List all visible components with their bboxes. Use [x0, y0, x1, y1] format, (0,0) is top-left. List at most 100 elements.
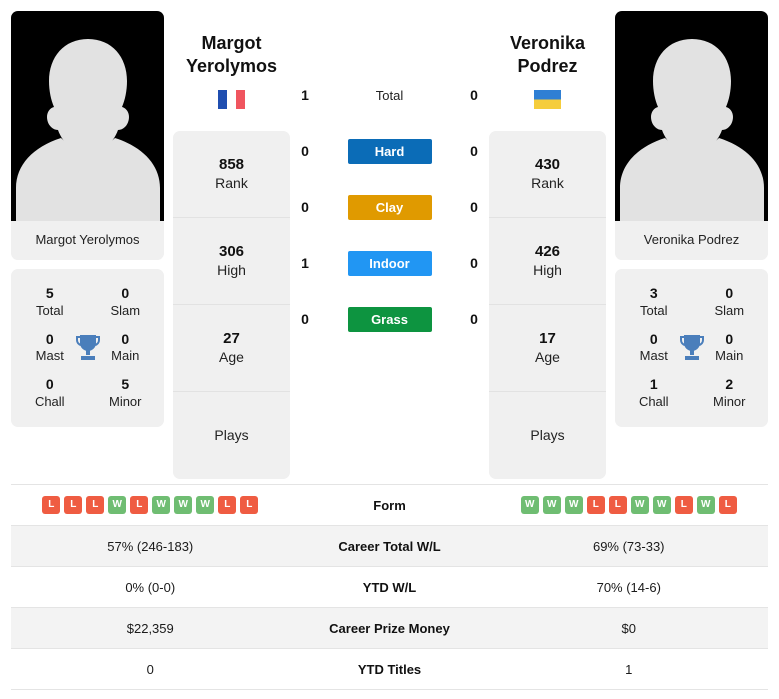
h2h-left-score-grass: 0 [301, 311, 309, 327]
left-player-name[interactable]: Margot Yerolymos [173, 11, 290, 79]
trophy-icon [75, 334, 100, 360]
right-titles-total-value: 3 [649, 285, 658, 301]
h2h-total-label: Total [375, 87, 404, 103]
left-titles-main: 0 Main [101, 331, 151, 366]
right-player-name-line2: Podrez [517, 56, 578, 77]
h2h-left-score-clay: 0 [301, 199, 309, 215]
right-vital-rank: 430 Rank [489, 131, 606, 218]
titles-row-3: 0 Chall 5 Minor [17, 369, 158, 415]
titles-row-2: 0 Mast 0 Main [17, 324, 158, 370]
right-vital-high: 426 High [489, 218, 606, 305]
form-badge-loss[interactable]: L [586, 496, 605, 514]
form-badge-win[interactable]: W [108, 496, 127, 514]
left-titles-mast: 0 Mast [25, 331, 75, 366]
right-player-flag-wrap [489, 89, 606, 110]
left-player-name-line1: Margot [201, 33, 262, 53]
left-titles-main-label: Main [111, 348, 140, 364]
right-player-vitals-column: Veronika Podrez 430 Rank 426 High 17 Age [489, 11, 606, 479]
h2h-right-score-hard: 0 [470, 143, 478, 159]
form-badge-loss[interactable]: L [608, 496, 627, 514]
left-titles-total-label: Total [36, 302, 64, 318]
form-badge-loss[interactable]: L [218, 496, 237, 514]
right-player-vitals-card: 430 Rank 426 High 17 Age Plays [489, 130, 606, 479]
player-comparison-header: Margot Yerolymos 5 Total 0 Slam 0 Mast 0… [0, 0, 779, 479]
left-vital-high: 306 High [173, 218, 290, 305]
left-vital-rank: 858 Rank [173, 131, 290, 218]
left-form-strip: LLLWLWWWLL [11, 496, 290, 514]
right-titles-main-value: 0 [725, 330, 734, 347]
trophy-spacer [75, 287, 101, 317]
left-titles-minor: 5 Minor [101, 376, 151, 411]
left-age-label: Age [219, 349, 244, 366]
player-avatar-icon [619, 39, 764, 221]
left-titles-minor-label: Minor [108, 393, 142, 409]
form-badge-loss[interactable]: L [64, 496, 83, 514]
right-titles-minor: 2 Minor [705, 376, 755, 411]
h2h-left-score-hard: 0 [301, 143, 309, 159]
form-badge-loss[interactable]: L [130, 496, 149, 514]
form-badge-loss[interactable]: L [240, 496, 259, 514]
left-titles-mast-value: 0 [45, 330, 54, 347]
right-player-name[interactable]: Veronika Podrez [489, 11, 606, 79]
right-titles-slam-label: Slam [714, 302, 745, 318]
form-badge-win[interactable]: W [542, 496, 561, 514]
left-titles-slam-value: 0 [121, 285, 130, 301]
left-prize_money-value: $22,359 [126, 620, 174, 636]
left-player-photo-frame [11, 11, 164, 221]
form-badge-loss[interactable]: L [86, 496, 105, 514]
surface-badge-grass[interactable]: Grass [347, 306, 432, 332]
h2h-row-total: 1 Total 0 [290, 67, 489, 123]
form-badge-win[interactable]: W [152, 496, 171, 514]
h2h-right-score-clay: 0 [470, 199, 478, 215]
titles-row-3: 1 Chall 2 Minor [621, 369, 762, 415]
h2h-row-clay: 0 Clay 0 [290, 179, 489, 235]
h2h-mid-hard: Hard [320, 138, 459, 164]
table-row-prize_money: $22,359 Career Prize Money $0 [11, 608, 768, 649]
form-badge-win[interactable]: W [696, 496, 715, 514]
form-badge-win[interactable]: W [196, 496, 215, 514]
right-titles-chall: 1 Chall [629, 376, 679, 411]
right-titles-slam: 0 Slam [705, 285, 755, 320]
h2h-mid-indoor: Indoor [320, 250, 459, 276]
right-vital-plays: Plays [489, 392, 606, 479]
left-rank-label: Rank [215, 175, 248, 192]
left-plays-label: Plays [214, 426, 249, 443]
surface-badge-clay[interactable]: Clay [347, 194, 432, 220]
left-titles-minor-value: 5 [121, 376, 130, 393]
right-player-photo-frame [615, 11, 768, 221]
form-badge-win[interactable]: W [630, 496, 649, 514]
h2h-left-score-indoor: 1 [301, 255, 309, 271]
form-badge-win[interactable]: W [652, 496, 671, 514]
right-titles-chall-label: Chall [638, 393, 669, 409]
surface-badge-indoor[interactable]: Indoor [347, 250, 432, 276]
right-titles-mast-value: 0 [649, 330, 658, 347]
right-titles-mast-label: Mast [639, 348, 668, 364]
right-player-photo-card[interactable]: Veronika Podrez [615, 11, 768, 260]
form-badge-loss[interactable]: L [42, 496, 61, 514]
right-player-name-line1: Veronika [509, 33, 586, 53]
form-badge-loss[interactable]: L [718, 496, 737, 514]
form-badge-win[interactable]: W [564, 496, 583, 514]
left-high-value: 306 [218, 242, 245, 260]
left-titles-total: 5 Total [25, 285, 75, 320]
form-badge-win[interactable]: W [174, 496, 193, 514]
left-player-photo-caption: Margot Yerolymos [11, 221, 164, 260]
right-titles-minor-label: Minor [712, 393, 746, 409]
ukraine-flag-icon [534, 89, 561, 109]
h2h-row-grass: 0 Grass 0 [290, 291, 489, 347]
left-titles-total-value: 5 [45, 285, 54, 301]
player-avatar-icon [15, 39, 160, 221]
surface-badge-hard[interactable]: Hard [347, 138, 432, 164]
left-titles-main-value: 0 [121, 330, 130, 347]
form-badge-loss[interactable]: L [674, 496, 693, 514]
h2h-mid-total: Total [320, 88, 459, 103]
right-ytd_wl-value: 70% (14-6) [596, 579, 661, 595]
h2h-right-score-indoor: 0 [470, 255, 478, 271]
left-rank-value: 858 [218, 155, 245, 173]
left-player-name-line2: Yerolymos [185, 56, 278, 77]
stat-label-form: Form [373, 497, 406, 513]
left-player-photo-card[interactable]: Margot Yerolymos [11, 11, 164, 260]
comparison-stats-table: L L L W L W W W L L Form W W W L L W W L W L 57% (246-183) Car… [11, 484, 768, 690]
form-badge-win[interactable]: W [520, 496, 539, 514]
h2h-row-indoor: 1 Indoor 0 [290, 235, 489, 291]
